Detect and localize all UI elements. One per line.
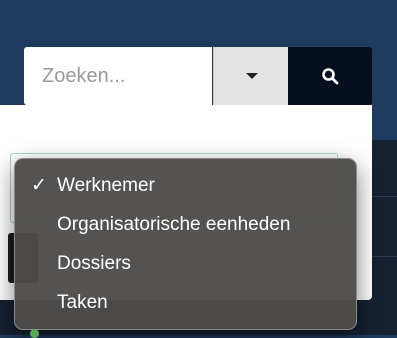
menu-item-label: Taken bbox=[57, 292, 108, 313]
search-type-dropdown-button[interactable] bbox=[213, 47, 289, 105]
search-bar bbox=[24, 47, 372, 105]
menu-item-label: Dossiers bbox=[57, 253, 131, 274]
menu-item-taken[interactable]: Taken bbox=[15, 288, 356, 327]
search-input[interactable] bbox=[24, 47, 212, 105]
menu-item-label: Werknemer bbox=[57, 175, 155, 196]
status-dot bbox=[30, 329, 39, 338]
menu-item-werknemer[interactable]: ✓ Werknemer bbox=[15, 171, 356, 210]
menu-item-dossiers[interactable]: Dossiers bbox=[15, 249, 356, 288]
search-type-menu: ✓ Werknemer Organisatorische eenheden Do… bbox=[14, 158, 357, 330]
menu-item-label: Organisatorische eenheden bbox=[57, 214, 291, 235]
checkmark-icon: ✓ bbox=[31, 175, 47, 196]
search-icon bbox=[322, 68, 339, 85]
chevron-down-icon bbox=[245, 73, 258, 79]
menu-item-organisatorische-eenheden[interactable]: Organisatorische eenheden bbox=[15, 210, 356, 249]
search-button[interactable] bbox=[288, 47, 372, 105]
